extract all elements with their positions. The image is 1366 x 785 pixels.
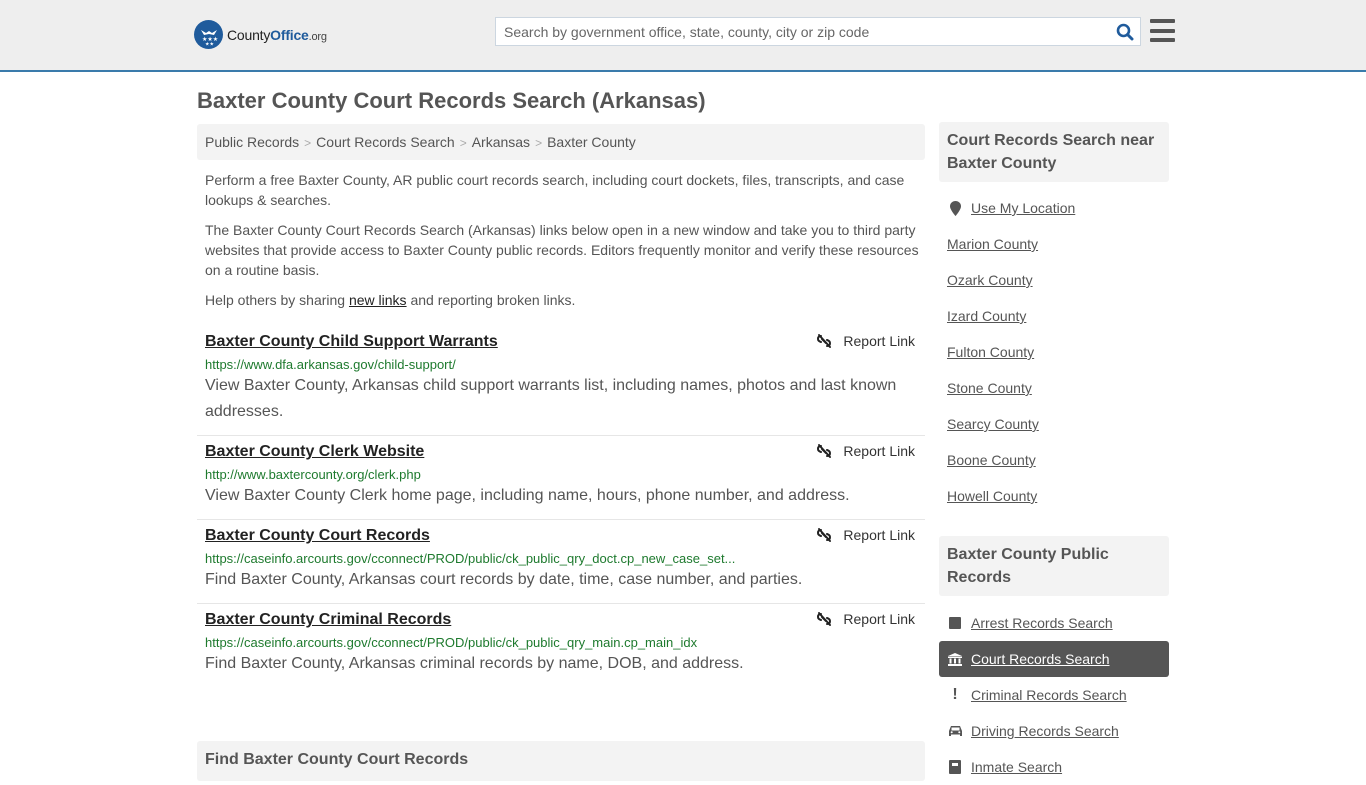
logo-wordmark: CountyOffice.org bbox=[227, 26, 327, 43]
resource-link-description: Find Baxter County, Arkansas criminal re… bbox=[205, 655, 744, 672]
sidebar-item-arrest-records[interactable]: Arrest Records Search bbox=[939, 605, 1169, 641]
page-title: Baxter County Court Records Search (Arka… bbox=[197, 88, 706, 113]
sidebar-item-inmate-search[interactable]: Inmate Search bbox=[939, 749, 1169, 785]
sidebar-item-driving-records[interactable]: Driving Records Search bbox=[939, 713, 1169, 749]
resource-link-title[interactable]: Baxter County Clerk Website bbox=[205, 443, 424, 461]
breadcrumb-separator: > bbox=[304, 136, 312, 150]
search-icon bbox=[1116, 23, 1134, 40]
resource-link-url: http://www.baxtercounty.org/clerk.php bbox=[205, 467, 421, 482]
site-header: ★★★ ★★ CountyOffice.org bbox=[0, 0, 1366, 72]
courthouse-icon bbox=[947, 652, 963, 666]
breadcrumb: Public Records > Court Records Search > Arka… bbox=[197, 124, 925, 160]
nearby-county-item[interactable]: Boone County bbox=[939, 442, 1169, 478]
broken-link-icon bbox=[817, 444, 832, 458]
resource-links-list: Baxter County Child Support Warrants Rep… bbox=[197, 326, 925, 687]
nearby-county-link[interactable]: Marion County bbox=[947, 236, 1038, 252]
resource-link-item: Baxter County Criminal Records Report Li… bbox=[197, 604, 925, 687]
search-input[interactable] bbox=[496, 18, 1110, 45]
resource-link-url: https://caseinfo.arcourts.gov/cconnect/P… bbox=[205, 551, 736, 566]
exclamation-icon: ! bbox=[952, 686, 958, 703]
search-bar bbox=[495, 17, 1141, 46]
map-pin-icon bbox=[947, 200, 963, 216]
svg-text:★★: ★★ bbox=[205, 41, 214, 46]
breadcrumb-arkansas[interactable]: Arkansas bbox=[472, 134, 530, 150]
nearby-county-item[interactable]: Marion County bbox=[939, 226, 1169, 262]
resource-link-item: Baxter County Clerk Website Report Link … bbox=[197, 436, 925, 520]
sidebar-nearby: Court Records Search near Baxter County … bbox=[939, 122, 1169, 514]
broken-link-icon bbox=[817, 528, 832, 542]
nearby-county-link[interactable]: Stone County bbox=[947, 380, 1032, 396]
use-my-location-link[interactable]: Use My Location bbox=[971, 200, 1075, 216]
breadcrumb-court-records-search[interactable]: Court Records Search bbox=[316, 134, 455, 150]
intro-paragraph-1: Perform a free Baxter County, AR public … bbox=[205, 172, 905, 208]
resource-link-url: https://caseinfo.arcourts.gov/cconnect/P… bbox=[205, 635, 698, 650]
resource-link-description: View Baxter County, Arkansas child suppo… bbox=[205, 377, 897, 420]
broken-link-icon bbox=[817, 334, 832, 348]
report-link-button[interactable]: Report Link bbox=[816, 333, 915, 349]
resource-link-description: Find Baxter County, Arkansas court recor… bbox=[205, 571, 803, 588]
nearby-county-link[interactable]: Fulton County bbox=[947, 344, 1034, 360]
resource-link-title[interactable]: Baxter County Court Records bbox=[205, 527, 430, 545]
nearby-county-link[interactable]: Izard County bbox=[947, 308, 1026, 324]
report-link-button[interactable]: Report Link bbox=[816, 611, 915, 627]
broken-link-icon bbox=[817, 612, 832, 626]
intro-paragraph-2: The Baxter County Court Records Search (… bbox=[205, 222, 919, 278]
resource-link-title[interactable]: Baxter County Child Support Warrants bbox=[205, 333, 498, 351]
nearby-county-item[interactable]: Fulton County bbox=[939, 334, 1169, 370]
intro-paragraph-3: Help others by sharing new links and rep… bbox=[205, 292, 576, 308]
nearby-county-item[interactable]: Izard County bbox=[939, 298, 1169, 334]
nearby-county-link[interactable]: Ozark County bbox=[947, 272, 1033, 288]
hamburger-menu-icon[interactable] bbox=[1150, 19, 1175, 42]
nearby-county-link[interactable]: Howell County bbox=[947, 488, 1037, 504]
car-icon bbox=[947, 725, 963, 737]
sidebar-public-records-title: Baxter County Public Records bbox=[939, 536, 1169, 596]
nearby-county-item[interactable]: Searcy County bbox=[939, 406, 1169, 442]
search-button[interactable] bbox=[1110, 18, 1140, 45]
inmate-icon bbox=[947, 760, 963, 774]
resource-link-url: https://www.dfa.arkansas.gov/child-suppo… bbox=[205, 357, 456, 372]
resource-link-description: View Baxter County Clerk home page, incl… bbox=[205, 487, 850, 504]
breadcrumb-separator: > bbox=[459, 136, 467, 150]
intro-text: Perform a free Baxter County, AR public … bbox=[205, 170, 925, 320]
sidebar-item-criminal-records[interactable]: ! Criminal Records Search bbox=[939, 677, 1169, 713]
sidebar-public-records: Baxter County Public Records Arrest Reco… bbox=[939, 536, 1169, 775]
breadcrumb-baxter-county[interactable]: Baxter County bbox=[547, 134, 636, 150]
eagle-logo-icon: ★★★ ★★ bbox=[194, 20, 223, 49]
report-link-button[interactable]: Report Link bbox=[816, 527, 915, 543]
nearby-county-item[interactable]: Stone County bbox=[939, 370, 1169, 406]
use-my-location-item[interactable]: Use My Location bbox=[939, 190, 1169, 226]
nearby-county-link[interactable]: Searcy County bbox=[947, 416, 1039, 432]
resource-link-item: Baxter County Court Records Report Link … bbox=[197, 520, 925, 604]
resource-link-title[interactable]: Baxter County Criminal Records bbox=[205, 611, 451, 629]
sidebar-nearby-title: Court Records Search near Baxter County bbox=[939, 122, 1169, 182]
nearby-county-link[interactable]: Boone County bbox=[947, 452, 1036, 468]
sidebar-item-court-records[interactable]: Court Records Search bbox=[939, 641, 1169, 677]
breadcrumb-separator: > bbox=[535, 136, 543, 150]
resource-link-item: Baxter County Child Support Warrants Rep… bbox=[197, 326, 925, 436]
square-icon bbox=[947, 617, 963, 629]
nearby-county-item[interactable]: Ozark County bbox=[939, 262, 1169, 298]
nearby-county-item[interactable]: Howell County bbox=[939, 478, 1169, 514]
report-link-button[interactable]: Report Link bbox=[816, 443, 915, 459]
find-section-heading: Find Baxter County Court Records bbox=[197, 741, 925, 781]
new-links-link[interactable]: new links bbox=[349, 292, 407, 308]
breadcrumb-public-records[interactable]: Public Records bbox=[205, 134, 299, 150]
site-logo[interactable]: ★★★ ★★ CountyOffice.org bbox=[194, 20, 327, 49]
